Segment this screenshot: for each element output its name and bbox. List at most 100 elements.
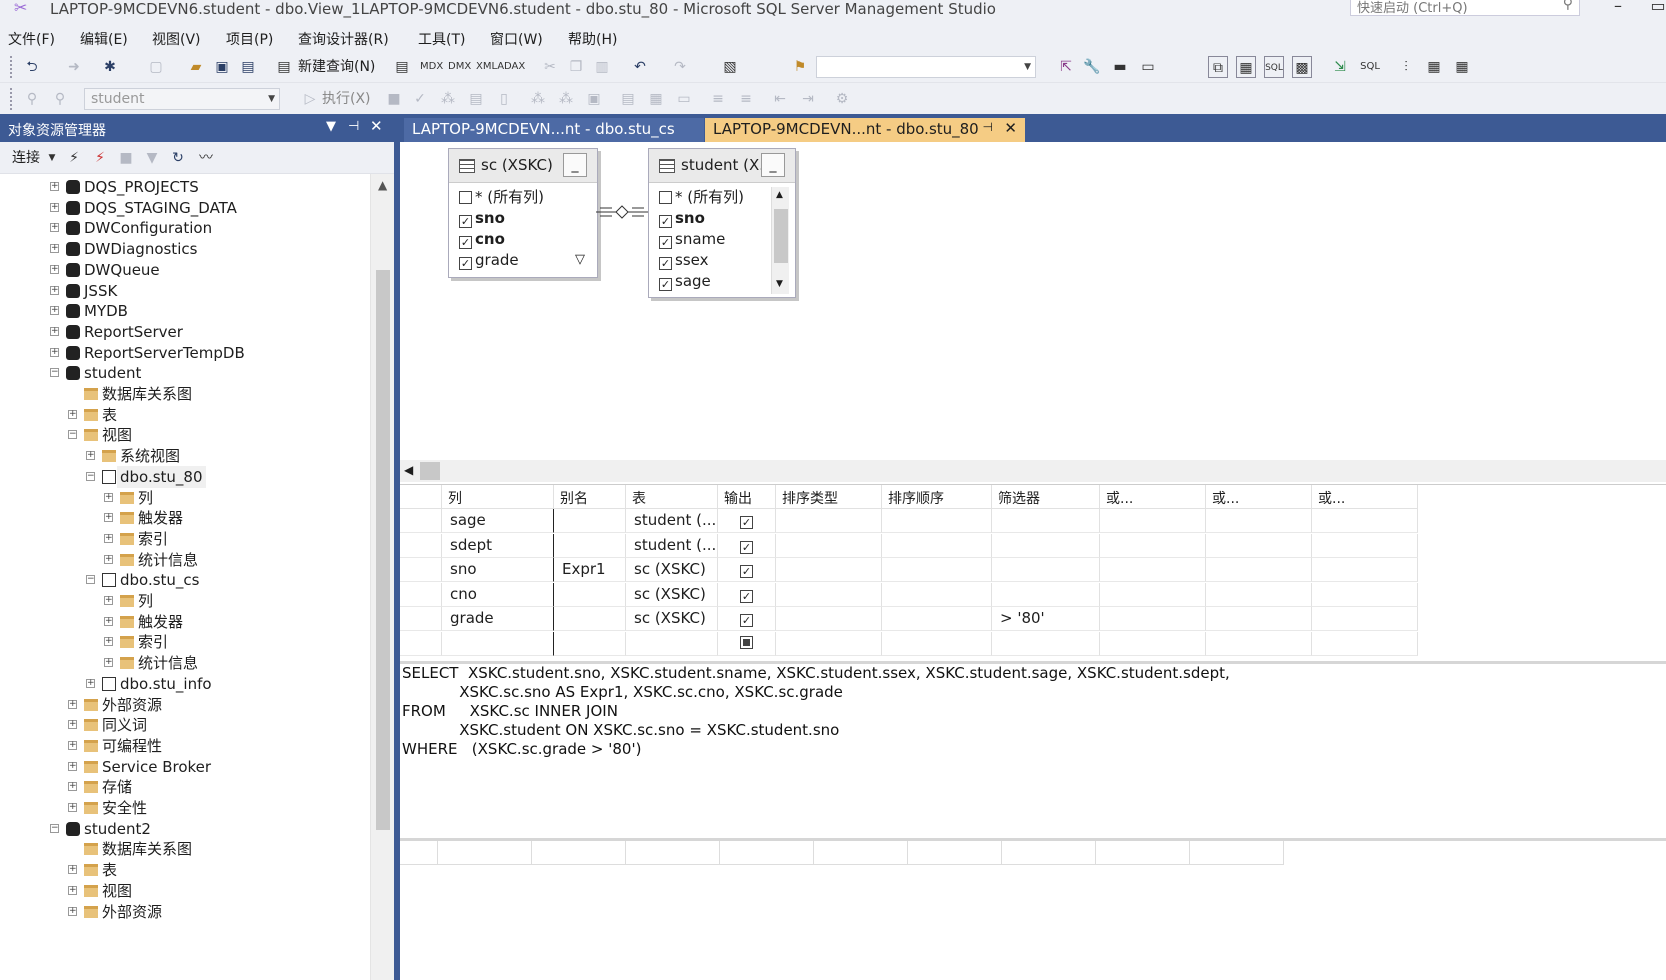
expand-icon[interactable]: + (68, 782, 77, 792)
expand-icon[interactable]: + (104, 533, 113, 543)
result-header-cell[interactable] (1190, 841, 1284, 865)
wrench-icon[interactable]: 🔧 (1082, 56, 1102, 78)
result-header-cell[interactable] (1002, 841, 1096, 865)
chevron-down-icon[interactable]: ▼ (42, 147, 62, 169)
checkbox[interactable]: ✓ (459, 257, 472, 270)
expand-icon[interactable]: + (50, 347, 59, 357)
properties-icon[interactable]: ⇱ (1056, 56, 1076, 78)
paste-icon[interactable]: ▥ (592, 56, 612, 78)
results-to-grid-icon[interactable]: ▦ (646, 88, 666, 110)
result-header-cell[interactable] (626, 841, 720, 865)
output-checkbox[interactable]: ✓ (740, 614, 753, 627)
grid-header[interactable]: 筛选器 (992, 485, 1100, 509)
grid-header[interactable]: 或... (1312, 485, 1418, 509)
diagram-hscrollbar[interactable]: ◀ (400, 460, 1666, 482)
expand-icon[interactable]: + (68, 699, 77, 709)
table-column-scrollbar[interactable]: ▲ ▼ (771, 187, 789, 294)
grid-cell[interactable] (1312, 558, 1418, 582)
expand-icon[interactable]: + (104, 492, 113, 502)
maximize-button[interactable]: ▭ (1648, 0, 1666, 15)
output-checkbox[interactable]: ✓ (740, 589, 753, 603)
grid-cell[interactable] (554, 509, 626, 533)
column-cno[interactable]: ✓ cno (459, 229, 505, 250)
expand-icon[interactable]: + (50, 202, 59, 212)
grid-cell[interactable] (992, 509, 1100, 533)
cancel-query-icon[interactable]: ■ (384, 88, 404, 110)
collapse-icon[interactable]: − (86, 471, 95, 481)
grid-cell[interactable] (1100, 558, 1206, 582)
result-header-cell[interactable] (532, 841, 626, 865)
grid-cell[interactable] (1312, 533, 1418, 558)
grid-cell[interactable]: ✓ (718, 533, 776, 558)
grid-cell[interactable] (992, 533, 1100, 558)
scroll-up-icon[interactable]: ▲ (776, 190, 783, 200)
checkbox[interactable] (659, 191, 672, 204)
grid-cell[interactable] (776, 558, 882, 582)
execute-sql-icon[interactable]: ⇲ (1330, 56, 1350, 78)
scroll-left-icon[interactable]: ◀ (404, 463, 413, 477)
expand-icon[interactable]: + (68, 740, 77, 750)
grid-cell[interactable] (1206, 533, 1312, 558)
checkbox[interactable]: ✓ (659, 215, 672, 228)
cut-icon[interactable]: ✂ (540, 56, 560, 78)
checkbox[interactable]: ✓ (459, 215, 472, 228)
grid-cell[interactable]: ✓ (718, 558, 776, 582)
result-header-cell[interactable] (400, 841, 438, 865)
output-checkbox[interactable]: ✓ (740, 540, 753, 554)
row-selector[interactable] (400, 509, 442, 533)
column-sname[interactable]: ✓ sname (659, 229, 725, 250)
dmx-query-icon[interactable]: DMX (448, 56, 471, 78)
minimize-table-button[interactable]: _ (761, 153, 785, 177)
grid-cell[interactable]: ✓ (718, 582, 776, 607)
back-icon[interactable]: ⮌ (22, 56, 42, 78)
collapse-icon[interactable]: − (68, 430, 77, 440)
expand-icon[interactable]: + (104, 616, 113, 626)
grid-cell[interactable] (882, 509, 992, 533)
xmla-query-icon[interactable]: XMLA (476, 56, 504, 78)
grid-cell[interactable] (554, 582, 626, 607)
expand-icon[interactable]: + (68, 803, 77, 812)
grid-cell[interactable] (1312, 631, 1418, 656)
result-header-cell[interactable] (720, 841, 814, 865)
intellisense-icon[interactable]: ▯ (494, 88, 514, 110)
expand-icon[interactable]: + (50, 223, 59, 233)
expand-icon[interactable]: + (68, 906, 77, 916)
expand-icon[interactable]: + (104, 658, 113, 668)
open-file-icon[interactable]: ▰ (186, 56, 206, 78)
disconnect-icon[interactable]: ⚡ (90, 147, 110, 169)
grid-cell[interactable] (1206, 631, 1312, 656)
parse-icon[interactable]: ✓ (410, 88, 430, 110)
menu-file[interactable]: 文件(F) (8, 29, 55, 49)
grid-cell[interactable] (882, 533, 992, 558)
show-criteria-pane-icon[interactable]: ▦ (1236, 56, 1256, 78)
grid-cell[interactable] (554, 631, 626, 656)
activity-monitor-icon[interactable]: ▧ (720, 56, 740, 78)
menu-project[interactable]: 项目(P) (226, 29, 273, 49)
verify-sql-icon[interactable]: SQL (1360, 56, 1380, 78)
include-plan-icon[interactable]: ⁂ (528, 88, 548, 110)
grid-cell[interactable] (1206, 558, 1312, 582)
column-ssex[interactable]: ✓ ssex (659, 250, 708, 271)
close-icon[interactable]: ✕ (370, 117, 383, 135)
save-all-icon[interactable]: ▤ (238, 56, 258, 78)
checkbox[interactable]: ✓ (659, 236, 672, 249)
pin-icon[interactable]: ⊣ (348, 119, 359, 134)
minimize-button[interactable]: – (1608, 0, 1628, 15)
scroll-thumb[interactable] (774, 209, 788, 263)
dropdown-icon[interactable]: ▼ (326, 119, 336, 134)
column-sno[interactable]: ✓ sno (659, 208, 705, 229)
output-checkbox[interactable] (740, 635, 753, 649)
redo-icon[interactable]: ↷ (670, 56, 690, 78)
table-box-student[interactable]: student (X... _ * (所有列) ✓ sno ✓ sname ✓ sse… (648, 148, 796, 298)
add-item-icon[interactable]: ▢ (146, 56, 166, 78)
expand-icon[interactable]: + (86, 678, 95, 688)
menu-tools[interactable]: 工具(T) (418, 29, 465, 49)
column-all[interactable]: * (所有列) (659, 187, 744, 208)
grid-header[interactable]: 列 (442, 485, 554, 509)
expand-icon[interactable]: + (86, 451, 95, 461)
result-header-cell[interactable] (1096, 841, 1190, 865)
row-selector[interactable] (400, 558, 442, 582)
expand-icon[interactable]: + (50, 285, 59, 295)
available-databases-combo[interactable]: student ▼ (84, 88, 280, 110)
output-checkbox[interactable]: ✓ (740, 516, 753, 529)
